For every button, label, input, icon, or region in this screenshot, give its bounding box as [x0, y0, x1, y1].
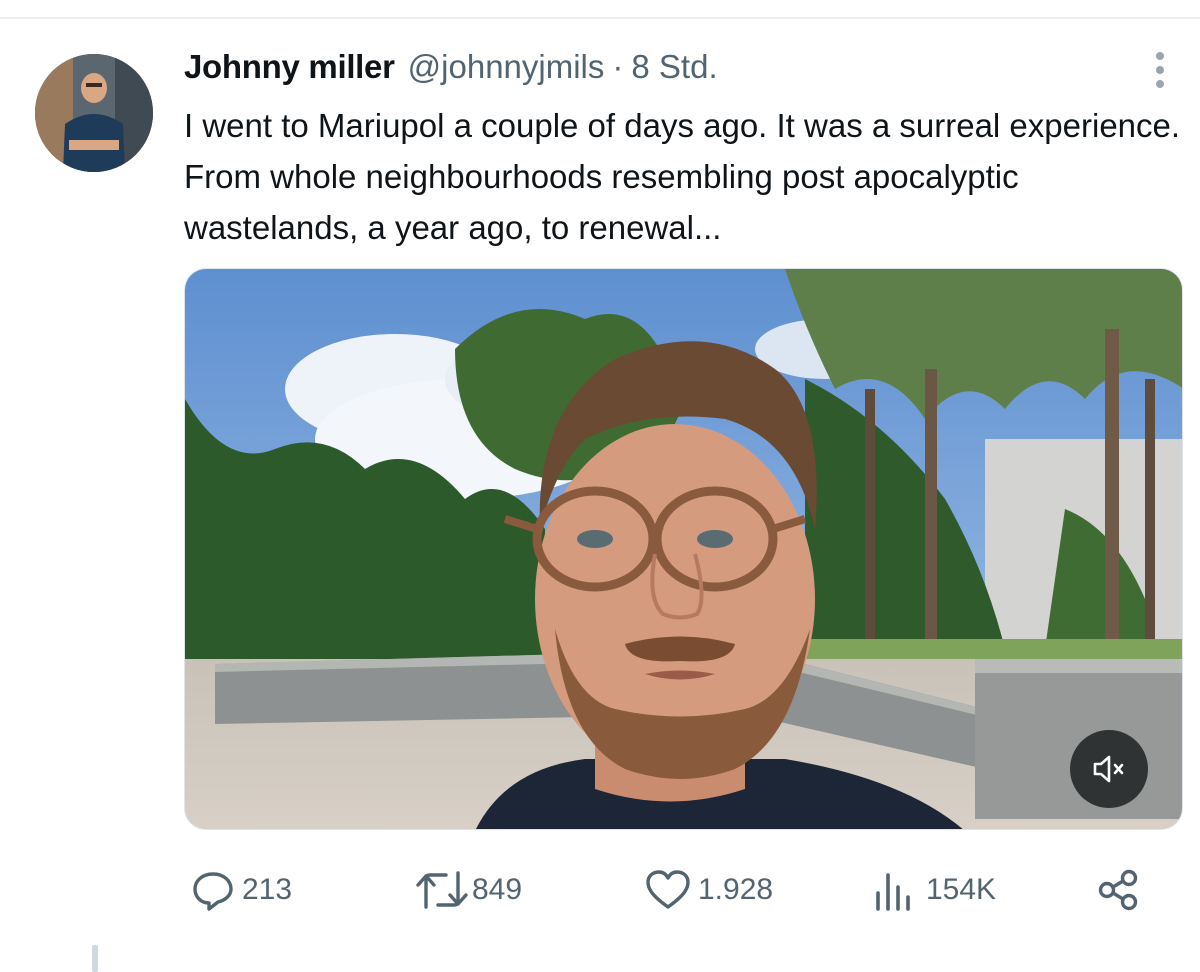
like-button[interactable]: 1.928: [644, 860, 773, 920]
action-bar: 213 849 1.928 154K: [0, 860, 1200, 920]
mute-toggle-button[interactable]: [1070, 730, 1148, 808]
reply-button[interactable]: 213: [190, 860, 292, 920]
retweet-count: 849: [472, 873, 523, 906]
like-count: 1.928: [698, 873, 774, 906]
reply-count: 213: [242, 873, 293, 906]
thread-connector-line: [92, 945, 98, 972]
tweet-timestamp[interactable]: 8 Std.: [631, 48, 717, 86]
more-options-icon[interactable]: [1146, 48, 1174, 92]
retweet-icon: [416, 871, 468, 909]
display-name[interactable]: Johnny miller: [184, 48, 395, 86]
views-button[interactable]: 154K: [872, 860, 996, 920]
tweet-header: Johnny miller @johnnyjmils · 8 Std.: [184, 48, 718, 98]
tweet-text: I went to Mariupol a couple of days ago.…: [184, 107, 1181, 246]
reply-icon: [193, 872, 233, 911]
separator: ·: [612, 48, 624, 85]
views-count: 154K: [926, 873, 997, 906]
retweet-button[interactable]: 849: [414, 860, 522, 920]
avatar[interactable]: [35, 54, 153, 172]
share-icon: [1098, 869, 1138, 911]
speaker-muted-icon: [1093, 755, 1124, 783]
user-handle[interactable]: @johnnyjmils: [408, 48, 605, 86]
views-chart-icon: [876, 873, 910, 911]
share-button[interactable]: [1096, 860, 1142, 920]
heart-icon: [646, 870, 690, 909]
top-divider: [0, 17, 1200, 19]
video-player[interactable]: [184, 268, 1183, 830]
